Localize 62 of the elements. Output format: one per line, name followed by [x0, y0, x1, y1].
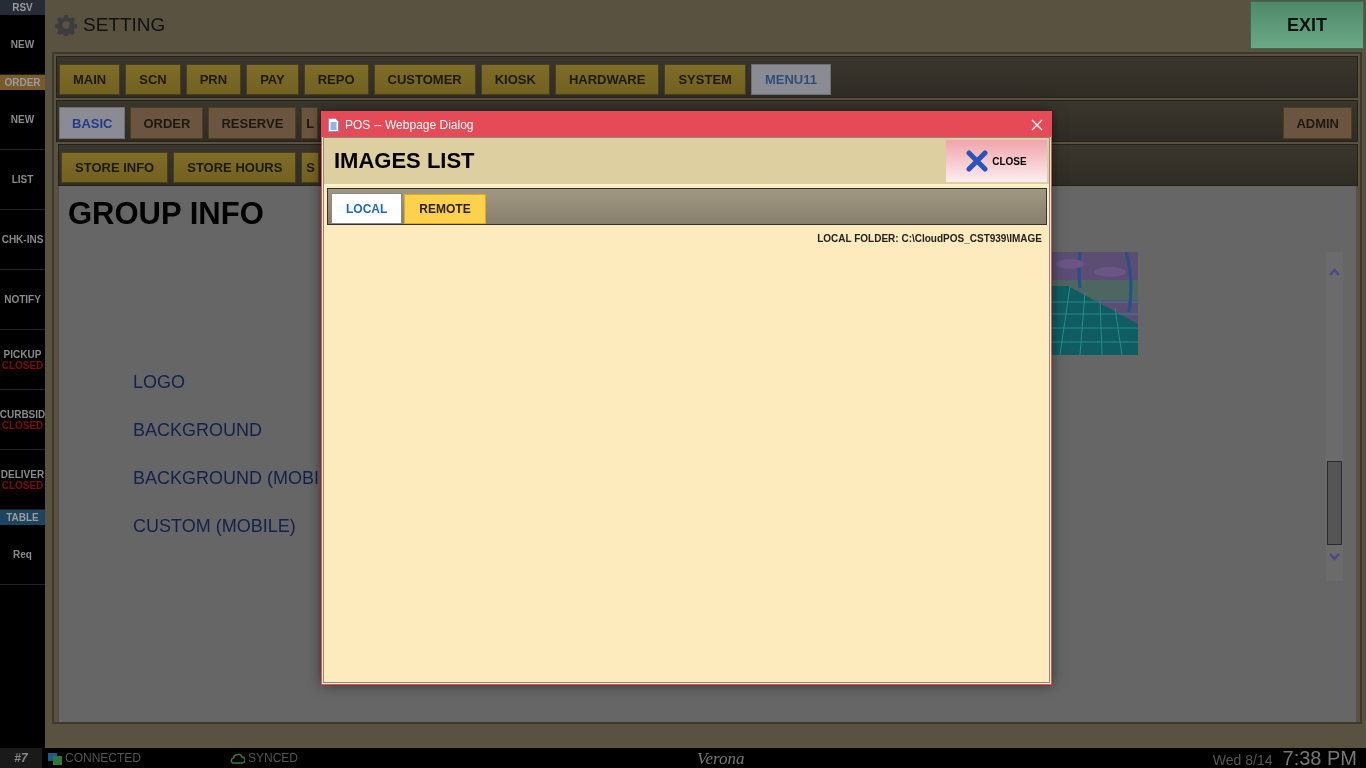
- section-header: ORDER: [0, 75, 45, 90]
- tab[interactable]: BASIC: [59, 107, 126, 139]
- tab[interactable]: LOCAL: [331, 193, 403, 224]
- tab[interactable]: STORE HOURS: [173, 152, 297, 183]
- store-name: Verona: [697, 749, 745, 768]
- field-label: LOGO: [133, 372, 186, 393]
- tab[interactable]: L: [301, 107, 319, 139]
- item-label: Req: [13, 549, 32, 560]
- tab[interactable]: SYSTEM: [664, 64, 746, 95]
- tab[interactable]: SCN: [125, 64, 181, 95]
- tab[interactable]: PAY: [246, 64, 299, 95]
- tab[interactable]: REPO: [303, 64, 369, 95]
- station-number: #7: [0, 748, 42, 768]
- folder-path: LOCAL FOLDER: C:\CloudPOS_CST939\IMAGE: [817, 233, 1042, 244]
- tab[interactable]: REMOTE: [404, 194, 486, 224]
- date-label: Wed 8/14: [1212, 750, 1273, 768]
- status-label: CLOSED: [1, 419, 44, 431]
- status-label: CLOSED: [1, 359, 44, 371]
- tab[interactable]: ORDER: [130, 107, 204, 139]
- section-header: RSV: [0, 0, 45, 15]
- item-label: LIST: [11, 174, 34, 185]
- close-button[interactable]: CLOSE: [946, 140, 1047, 182]
- tab[interactable]: PRN: [185, 64, 242, 95]
- window-title: POS -- Webpage Dialog: [345, 117, 474, 132]
- item-label: NEW: [10, 114, 35, 125]
- item-label: NOTIFY: [4, 294, 41, 305]
- close-icon: [966, 150, 989, 172]
- item-label: CHK-INS: [1, 234, 44, 245]
- section-title: GROUP INFO: [68, 196, 264, 232]
- field-label: CUSTOM (MOBILE): [133, 516, 297, 537]
- network-icon: [48, 751, 62, 765]
- settings-icon: [55, 14, 77, 36]
- close-icon[interactable]: [1031, 118, 1043, 131]
- tab[interactable]: ADMIN: [1283, 107, 1352, 139]
- tab[interactable]: HARDWARE: [554, 64, 660, 95]
- dialog-title: IMAGES LIST: [334, 148, 475, 174]
- connection-status: CONNECTED: [65, 751, 141, 765]
- scrollbar-thumb[interactable]: [1327, 461, 1342, 545]
- field-label: BACKGROUND (MOBI: [133, 468, 319, 489]
- tab[interactable]: RESERVE: [208, 107, 297, 139]
- item-label: PICKUP: [3, 348, 42, 360]
- tab[interactable]: CUSTOMER: [373, 64, 476, 95]
- scrollbar[interactable]: [1326, 252, 1343, 581]
- tab[interactable]: MAIN: [59, 64, 121, 95]
- tab[interactable]: STORE INFO: [61, 152, 169, 183]
- status-label: CLOSED: [1, 479, 44, 491]
- cloud-icon: [229, 752, 245, 764]
- item-label: NEW: [10, 39, 35, 50]
- exit-button[interactable]: EXIT: [1250, 1, 1364, 49]
- scroll-up-icon[interactable]: [1329, 268, 1340, 276]
- tab[interactable]: S: [301, 152, 319, 183]
- field-label: BACKGROUND: [133, 420, 263, 441]
- time-label: 7:38 PM: [1282, 746, 1357, 768]
- item-label: CURBSID: [0, 408, 45, 420]
- scroll-down-icon[interactable]: [1329, 553, 1340, 561]
- tab[interactable]: KIOSK: [480, 64, 550, 95]
- sync-status: SYNCED: [248, 751, 299, 765]
- item-label: DELIVER: [0, 468, 45, 480]
- page-title: SETTING: [83, 14, 166, 36]
- section-header: TABLE: [0, 510, 45, 525]
- document-icon: [328, 117, 339, 132]
- tab[interactable]: MENU11: [750, 64, 831, 95]
